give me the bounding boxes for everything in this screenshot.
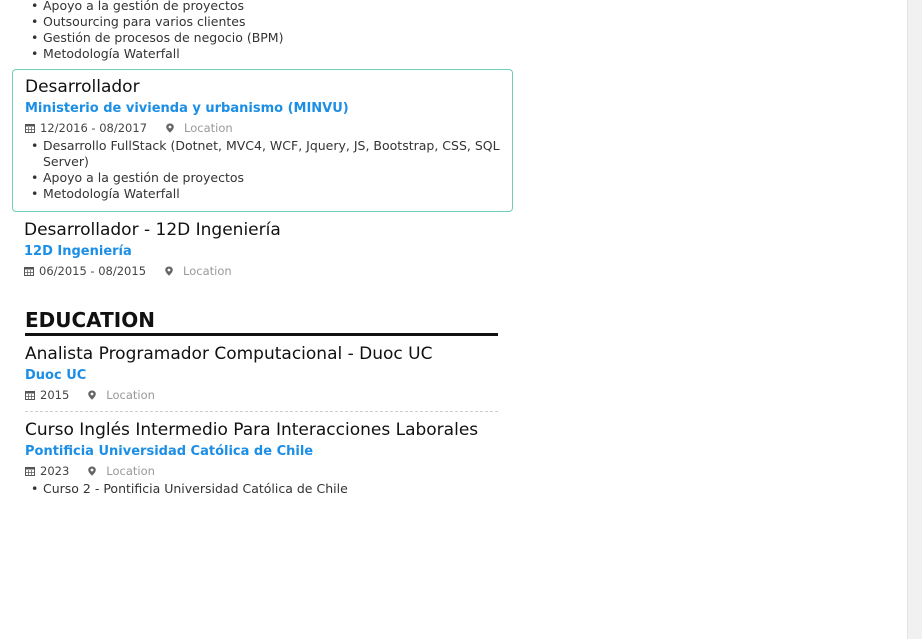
experience-entry-12d[interactable]: Desarrollador - 12D Ingeniería 12D Ingen… [12, 219, 511, 279]
list-item: Metodología Waterfall [31, 46, 513, 62]
vertical-scrollbar[interactable] [907, 0, 922, 639]
company-name[interactable]: Ministerio de vivienda y urbanismo (MINV… [25, 100, 500, 118]
job-location: Location [184, 121, 233, 135]
calendar-icon [24, 267, 34, 276]
degree-title: Analista Programador Computacional - Duo… [25, 344, 433, 364]
list-item: Apoyo a la gestión de proyectos [31, 0, 513, 14]
education-section-title: EDUCATION [25, 308, 498, 336]
job-dates: 12/2016 - 08/2017 [40, 121, 148, 135]
job-title: Desarrollador - 12D Ingeniería [24, 220, 281, 240]
education-meta: 2023 Location [25, 463, 498, 479]
degree-title: Curso Inglés Intermedio Para Interaccion… [25, 420, 479, 440]
education-year: 2015 [40, 388, 70, 402]
job-meta: 12/2016 - 08/2017 Location [25, 120, 500, 136]
education-location: Location [106, 388, 155, 402]
map-pin-icon [165, 266, 173, 276]
list-item: Curso 2 - Pontificia Universidad Católic… [31, 481, 498, 497]
previous-job-bullets: Apoyo a la gestión de proyectos Outsourc… [25, 0, 513, 62]
experience-entry-minvu[interactable]: Desarrollador Ministerio de vivienda y u… [12, 69, 513, 212]
school-name[interactable]: Pontificia Universidad Católica de Chile [25, 443, 498, 461]
map-pin-icon [166, 123, 174, 133]
job-meta: 06/2015 - 08/2015 Location [24, 263, 499, 279]
education-location: Location [106, 464, 155, 478]
company-name[interactable]: 12D Ingeniería [24, 243, 499, 261]
list-item: Metodología Waterfall [31, 186, 500, 202]
list-item: Gestión de procesos de negocio (BPM) [31, 30, 513, 46]
list-item: Outsourcing para varios clientes [31, 14, 513, 30]
education-entry-puc[interactable]: Curso Inglés Intermedio Para Interaccion… [25, 419, 498, 497]
entry-divider [25, 411, 498, 412]
job-dates: 06/2015 - 08/2015 [39, 264, 147, 278]
job-bullets: Desarrollo FullStack (Dotnet, MVC4, WCF,… [25, 138, 500, 202]
calendar-icon [25, 124, 35, 133]
map-pin-icon [88, 390, 97, 400]
job-title: Desarrollador [25, 77, 140, 97]
education-year: 2023 [40, 464, 70, 478]
job-location: Location [183, 264, 232, 278]
education-meta: 2015 Location [25, 387, 498, 403]
school-name[interactable]: Duoc UC [25, 367, 498, 385]
list-item: Desarrollo FullStack (Dotnet, MVC4, WCF,… [31, 138, 500, 170]
calendar-icon [25, 391, 35, 400]
map-pin-icon [88, 466, 97, 476]
calendar-icon [25, 467, 35, 476]
education-entry-duoc[interactable]: Analista Programador Computacional - Duo… [25, 343, 498, 403]
education-bullets: Curso 2 - Pontificia Universidad Católic… [25, 481, 498, 497]
list-item: Apoyo a la gestión de proyectos [31, 170, 500, 186]
